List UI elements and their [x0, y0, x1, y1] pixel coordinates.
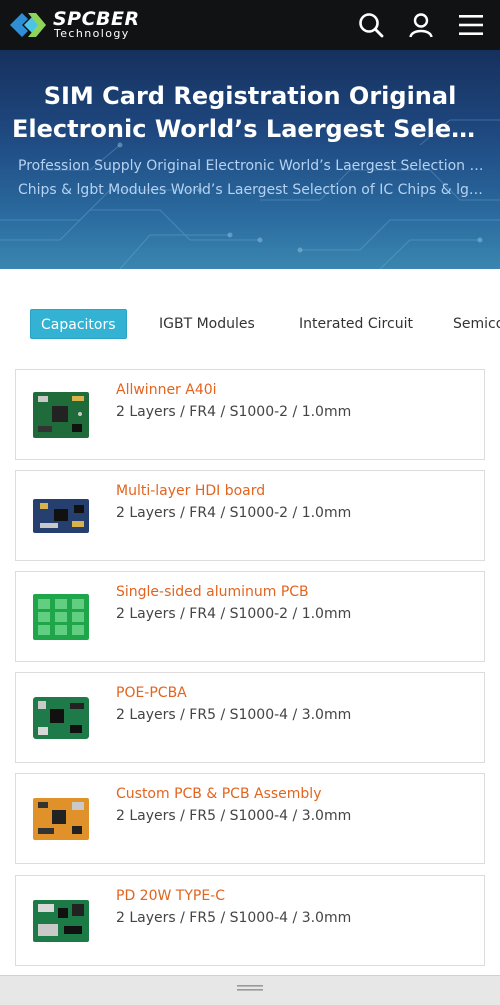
pcb-board-image	[33, 900, 89, 942]
product-spec: 2 Layers / FR4 / S1000-2 / 1.0mm	[116, 606, 352, 622]
tab-semiconductors[interactable]: Semiconductors	[453, 309, 500, 339]
tab-interated-circuit[interactable]: Interated Circuit	[299, 309, 413, 339]
tab-igbt-modules[interactable]: IGBT Modules	[159, 309, 255, 339]
brand-logo[interactable]: SPCBER Technology	[10, 8, 140, 42]
product-title[interactable]: POE-PCBA	[116, 684, 187, 702]
pcb-board-image	[33, 697, 89, 739]
product-title[interactable]: Allwinner A40i	[116, 381, 217, 399]
product-card[interactable]: Allwinner A40i 2 Layers / FR4 / S1000-2 …	[15, 369, 485, 460]
product-spec: 2 Layers / FR5 / S1000-4 / 3.0mm	[116, 808, 352, 824]
tab-capacitors[interactable]: Capacitors	[30, 309, 127, 339]
hero-subtitle: Profession Supply Original Electronic Wo…	[18, 154, 488, 202]
product-title[interactable]: Custom PCB & PCB Assembly	[116, 785, 321, 803]
product-spec: 2 Layers / FR4 / S1000-2 / 1.0mm	[116, 505, 352, 521]
pcb-board-image	[33, 798, 89, 840]
logo-mark-icon	[10, 13, 46, 37]
product-card[interactable]: Custom PCB & PCB Assembly 2 Layers / FR5…	[15, 773, 485, 864]
menu-icon	[459, 15, 483, 35]
pcb-board-image	[33, 499, 89, 533]
product-title[interactable]: Single-sided aluminum PCB	[116, 583, 309, 601]
product-card[interactable]: PD 20W TYPE-C 2 Layers / FR5 / S1000-4 /…	[15, 875, 485, 966]
product-title[interactable]: PD 20W TYPE-C	[116, 887, 225, 905]
hero-subtitle-line-1: Profession Supply Original Electronic Wo…	[18, 158, 488, 174]
hero-title: SIM Card Registration Original Electroni…	[12, 80, 488, 146]
search-icon	[359, 13, 384, 38]
category-tabs: Capacitors IGBT Modules Interated Circui…	[0, 308, 500, 340]
drag-handle-icon[interactable]	[237, 985, 263, 991]
hero-subtitle-line-2: Chips & lgbt Modules World’s Laergest Se…	[18, 182, 488, 198]
account-button[interactable]	[406, 10, 436, 40]
product-card[interactable]: Multi-layer HDI board 2 Layers / FR4 / S…	[15, 470, 485, 561]
product-title[interactable]: Multi-layer HDI board	[116, 482, 265, 500]
product-card[interactable]: POE-PCBA 2 Layers / FR5 / S1000-4 / 3.0m…	[15, 672, 485, 763]
user-icon	[409, 13, 433, 38]
hero-title-line-2: Electronic World’s Laergest Selection of…	[12, 115, 488, 143]
hero-title-line-1: SIM Card Registration Original	[43, 82, 457, 110]
menu-button[interactable]	[456, 10, 486, 40]
bottom-drawer-bar[interactable]	[0, 975, 500, 1005]
top-navigation-bar: SPCBER Technology	[0, 0, 500, 50]
brand-tagline: Technology	[54, 27, 130, 40]
pcb-board-image	[33, 392, 89, 438]
product-spec: 2 Layers / FR4 / S1000-2 / 1.0mm	[116, 404, 352, 420]
search-button[interactable]	[356, 10, 386, 40]
product-spec: 2 Layers / FR5 / S1000-4 / 3.0mm	[116, 707, 352, 723]
hero-banner: SIM Card Registration Original Electroni…	[0, 50, 500, 269]
product-card[interactable]: Single-sided aluminum PCB 2 Layers / FR4…	[15, 571, 485, 662]
brand-name: SPCBER	[53, 8, 140, 30]
product-spec: 2 Layers / FR5 / S1000-4 / 3.0mm	[116, 910, 352, 926]
pcb-board-image	[33, 594, 89, 640]
